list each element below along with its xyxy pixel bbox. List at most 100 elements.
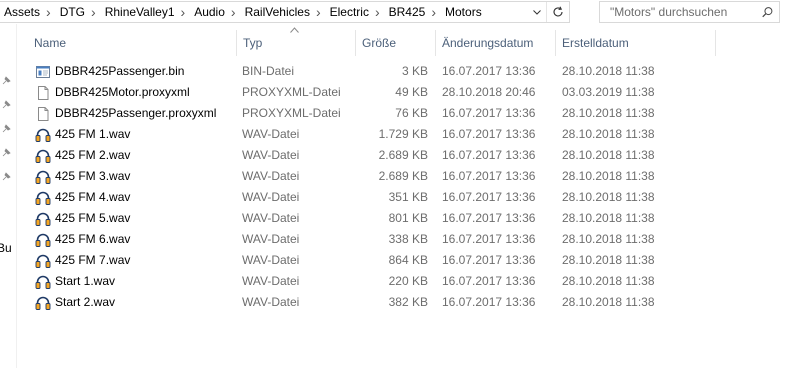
- file-name: Start 1.wav: [55, 274, 116, 288]
- file-name: 425 FM 3.wav: [55, 169, 131, 183]
- document-file-icon: [35, 103, 51, 124]
- file-size: 220 KB: [388, 274, 428, 288]
- file-size: 382 KB: [388, 295, 428, 309]
- file-size: 351 KB: [388, 190, 428, 204]
- file-row[interactable]: 425 FM 6.wav WAV-Datei 338 KB 16.07.2017 13…: [0, 229, 792, 250]
- file-modified-date: 16.07.2017 13:36: [442, 127, 536, 141]
- column-header-modified[interactable]: Änderungsdatum: [436, 30, 555, 56]
- file-modified-date: 16.07.2017 13:36: [442, 253, 536, 267]
- file-created-date: 28.10.2018 11:38: [562, 232, 655, 246]
- search-icon[interactable]: [762, 6, 773, 18]
- headphones-audio-icon: [35, 124, 51, 145]
- breadcrumb-item[interactable]: Assets: [0, 2, 55, 22]
- file-type: BIN-Datei: [242, 64, 295, 78]
- file-row[interactable]: 425 FM 7.wav WAV-Datei 864 KB 16.07.2017 13…: [0, 250, 792, 271]
- file-modified-date: 16.07.2017 13:36: [442, 232, 536, 246]
- file-name: DBBR425Passenger.proxyxml: [55, 106, 217, 120]
- file-type: WAV-Datei: [242, 127, 300, 141]
- file-row[interactable]: 425 FM 5.wav WAV-Datei 801 KB 16.07.2017 13…: [0, 208, 792, 229]
- breadcrumb-chevron-icon[interactable]: [228, 5, 240, 20]
- breadcrumb-chevron-icon[interactable]: [88, 5, 100, 20]
- file-row[interactable]: 425 FM 2.wav WAV-Datei 2.689 KB 16.07.2017 …: [0, 145, 792, 166]
- file-name: 425 FM 1.wav: [55, 127, 131, 141]
- headphones-audio-icon: [35, 250, 51, 271]
- file-type: WAV-Datei: [242, 295, 300, 309]
- file-size: 864 KB: [388, 253, 428, 267]
- breadcrumb-chevron-icon[interactable]: [372, 5, 384, 20]
- chevron-down-icon: [533, 9, 541, 15]
- column-divider[interactable]: [715, 30, 716, 56]
- file-created-date: 28.10.2018 11:38: [562, 253, 655, 267]
- breadcrumb-chevron-icon[interactable]: [178, 5, 190, 20]
- file-type: PROXYXML-Datei: [242, 85, 341, 99]
- file-name: Start 2.wav: [55, 295, 116, 309]
- breadcrumb-label: Assets: [4, 5, 41, 19]
- column-header-size[interactable]: Größe: [356, 30, 435, 56]
- file-type: WAV-Datei: [242, 274, 300, 288]
- column-header-label: Erstelldatum: [562, 36, 629, 50]
- file-modified-date: 16.07.2017 13:36: [442, 295, 536, 309]
- file-size: 2.689 KB: [378, 148, 428, 162]
- file-created-date: 28.10.2018 11:38: [562, 64, 655, 78]
- file-created-date: 28.10.2018 11:38: [562, 106, 655, 120]
- file-type: WAV-Datei: [242, 169, 300, 183]
- headphones-audio-icon: [35, 271, 51, 292]
- file-type: PROXYXML-Datei: [242, 106, 341, 120]
- breadcrumb-item[interactable]: Motors: [440, 2, 485, 22]
- file-name: 425 FM 6.wav: [55, 232, 131, 246]
- file-modified-date: 16.07.2017 13:36: [442, 106, 536, 120]
- file-row[interactable]: 425 FM 1.wav WAV-Datei 1.729 KB 16.07.2017 …: [0, 124, 792, 145]
- file-created-date: 28.10.2018 11:38: [562, 190, 655, 204]
- file-modified-date: 16.07.2017 13:36: [442, 64, 536, 78]
- file-name: DBBR425Motor.proxyxml: [55, 85, 190, 99]
- breadcrumb-item[interactable]: Audio: [189, 2, 239, 22]
- column-header-type[interactable]: Typ: [237, 30, 355, 56]
- breadcrumb-label: RailVehicles: [244, 5, 310, 19]
- breadcrumb-label: RhineValley1: [104, 5, 175, 19]
- file-created-date: 28.10.2018 11:38: [562, 169, 655, 183]
- breadcrumb-chevron-icon[interactable]: [313, 5, 325, 20]
- headphones-audio-icon: [35, 292, 51, 313]
- file-size: 76 KB: [395, 106, 428, 120]
- file-row[interactable]: DBBR425Motor.proxyxml PROXYXML-Datei 49 KB…: [0, 82, 792, 103]
- column-header-name[interactable]: Name: [28, 30, 236, 56]
- address-history-dropdown[interactable]: [528, 2, 546, 22]
- file-name: 425 FM 7.wav: [55, 253, 131, 267]
- file-row[interactable]: DBBR425Passenger.proxyxml PROXYXML-Datei 7…: [0, 103, 792, 124]
- address-bar[interactable]: Assets DTG RhineValley1 Audio RailVehicles El…: [0, 1, 570, 23]
- column-header-label: Änderungsdatum: [442, 36, 534, 50]
- file-type: WAV-Datei: [242, 232, 300, 246]
- file-name: 425 FM 2.wav: [55, 148, 131, 162]
- file-row[interactable]: 425 FM 3.wav WAV-Datei 2.689 KB 16.07.2017 …: [0, 166, 792, 187]
- breadcrumb-item[interactable]: DTG: [55, 2, 100, 22]
- refresh-icon: [553, 6, 563, 17]
- file-size: 1.729 KB: [378, 127, 428, 141]
- refresh-button[interactable]: [546, 2, 569, 22]
- column-header-label: Typ: [243, 36, 263, 50]
- column-header-label: Größe: [362, 36, 397, 50]
- breadcrumb-label: Electric: [329, 5, 369, 19]
- file-row[interactable]: 425 FM 4.wav WAV-Datei 351 KB 16.07.2017 13…: [0, 187, 792, 208]
- document-file-icon: [35, 82, 51, 103]
- breadcrumb-item[interactable]: BR425: [384, 2, 440, 22]
- search-input[interactable]: [600, 4, 762, 20]
- headphones-audio-icon: [35, 166, 51, 187]
- file-name: DBBR425Passenger.bin: [55, 64, 185, 78]
- file-created-date: 28.10.2018 11:38: [562, 127, 655, 141]
- file-row[interactable]: DBBR425Passenger.bin BIN-Datei 3 KB 16.07.2…: [0, 61, 792, 82]
- breadcrumb-item[interactable]: Electric: [325, 2, 384, 22]
- file-row[interactable]: Start 1.wav WAV-Datei 220 KB 16.07.2017 13:…: [0, 271, 792, 292]
- breadcrumb-chevron-icon[interactable]: [428, 5, 440, 20]
- file-type: WAV-Datei: [242, 253, 300, 267]
- breadcrumb-item[interactable]: RailVehicles: [240, 2, 325, 22]
- breadcrumb-item[interactable]: RhineValley1: [100, 2, 190, 22]
- file-row[interactable]: Start 2.wav WAV-Datei 382 KB 16.07.2017 13:…: [0, 292, 792, 313]
- file-size: 49 KB: [395, 85, 428, 99]
- search-box[interactable]: [599, 1, 780, 23]
- headphones-audio-icon: [35, 187, 51, 208]
- column-header-created[interactable]: Erstelldatum: [556, 30, 715, 56]
- headphones-audio-icon: [35, 145, 51, 166]
- file-name: 425 FM 4.wav: [55, 190, 131, 204]
- file-modified-date: 28.10.2018 20:46: [442, 85, 536, 99]
- breadcrumb-chevron-icon[interactable]: [43, 5, 55, 20]
